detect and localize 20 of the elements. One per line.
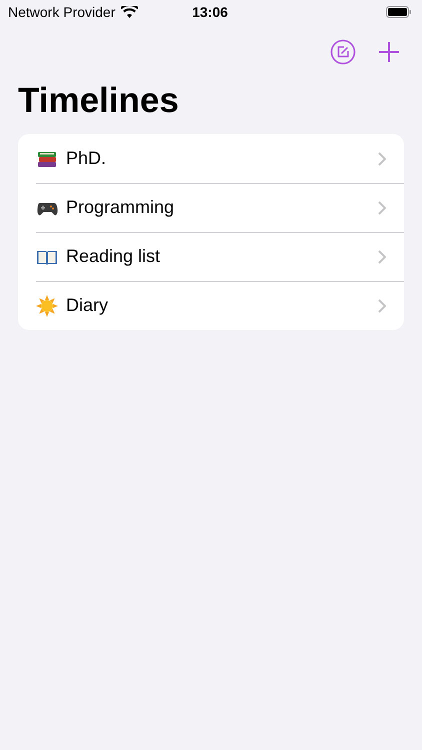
timeline-label: Diary <box>66 295 110 316</box>
page-title: Timelines <box>18 80 180 122</box>
chevron-icon <box>378 250 386 264</box>
timeline-label: Programming <box>66 197 176 218</box>
battery-icon <box>386 6 412 18</box>
timeline-row[interactable]: PhD. <box>18 134 404 183</box>
timeline-row[interactable]: Diary <box>18 281 404 330</box>
timeline-label: PhD. <box>66 148 108 169</box>
timeline-label: Reading list <box>66 246 162 267</box>
chevron-icon <box>378 200 386 214</box>
chevron-icon <box>378 298 386 312</box>
sun-icon <box>36 294 58 316</box>
wifi-icon <box>121 6 138 18</box>
compose-button[interactable] <box>330 39 356 65</box>
clock-time: 13:06 <box>192 4 228 20</box>
timeline-row[interactable]: Programming <box>18 183 404 232</box>
timeline-row[interactable]: Reading list <box>18 232 404 281</box>
carrier-name: Network Provider <box>8 4 116 20</box>
chevron-icon <box>378 152 386 166</box>
add-button[interactable] <box>376 39 402 65</box>
